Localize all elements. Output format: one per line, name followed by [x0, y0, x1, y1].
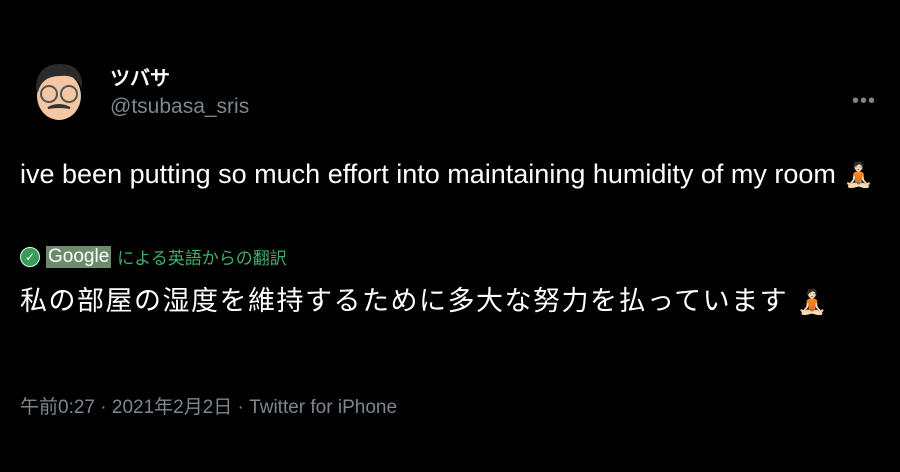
author-handle[interactable]: @tsubasa_sris [110, 95, 249, 119]
tweet-time[interactable]: 午前0:27 [20, 397, 95, 418]
google-badge: Google [46, 245, 112, 268]
separator: · [232, 397, 250, 418]
translation-label: による英語からの翻訳 [117, 249, 287, 268]
translated-body: 私の部屋の湿度を維持するために多大な努力を払っています [20, 286, 789, 316]
tweet-text: ive been putting so much effort into mai… [20, 152, 880, 198]
avatar[interactable] [30, 60, 88, 122]
separator: · [94, 397, 112, 418]
tweet-meta: 午前0:27 · 2021年2月2日 · Twitter for iPhone [20, 392, 397, 419]
translation-attribution: ✓ Google による英語からの翻訳 [20, 244, 287, 269]
translated-text: 私の部屋の湿度を維持するために多大な努力を払っています 🧘🏻 [20, 280, 880, 324]
check-circle-icon: ✓ [20, 246, 40, 267]
author-name[interactable]: ツバサ [110, 62, 170, 91]
meditation-emoji-icon: 🧘🏻 [797, 288, 829, 316]
meditation-emoji-icon: 🧘🏻 [843, 161, 874, 189]
tweet-source[interactable]: Twitter for iPhone [249, 397, 397, 418]
ellipsis-icon[interactable]: ••• [852, 90, 876, 113]
tweet-body: ive been putting so much effort into mai… [20, 159, 836, 189]
tweet-date[interactable]: 2021年2月2日 [112, 397, 232, 418]
